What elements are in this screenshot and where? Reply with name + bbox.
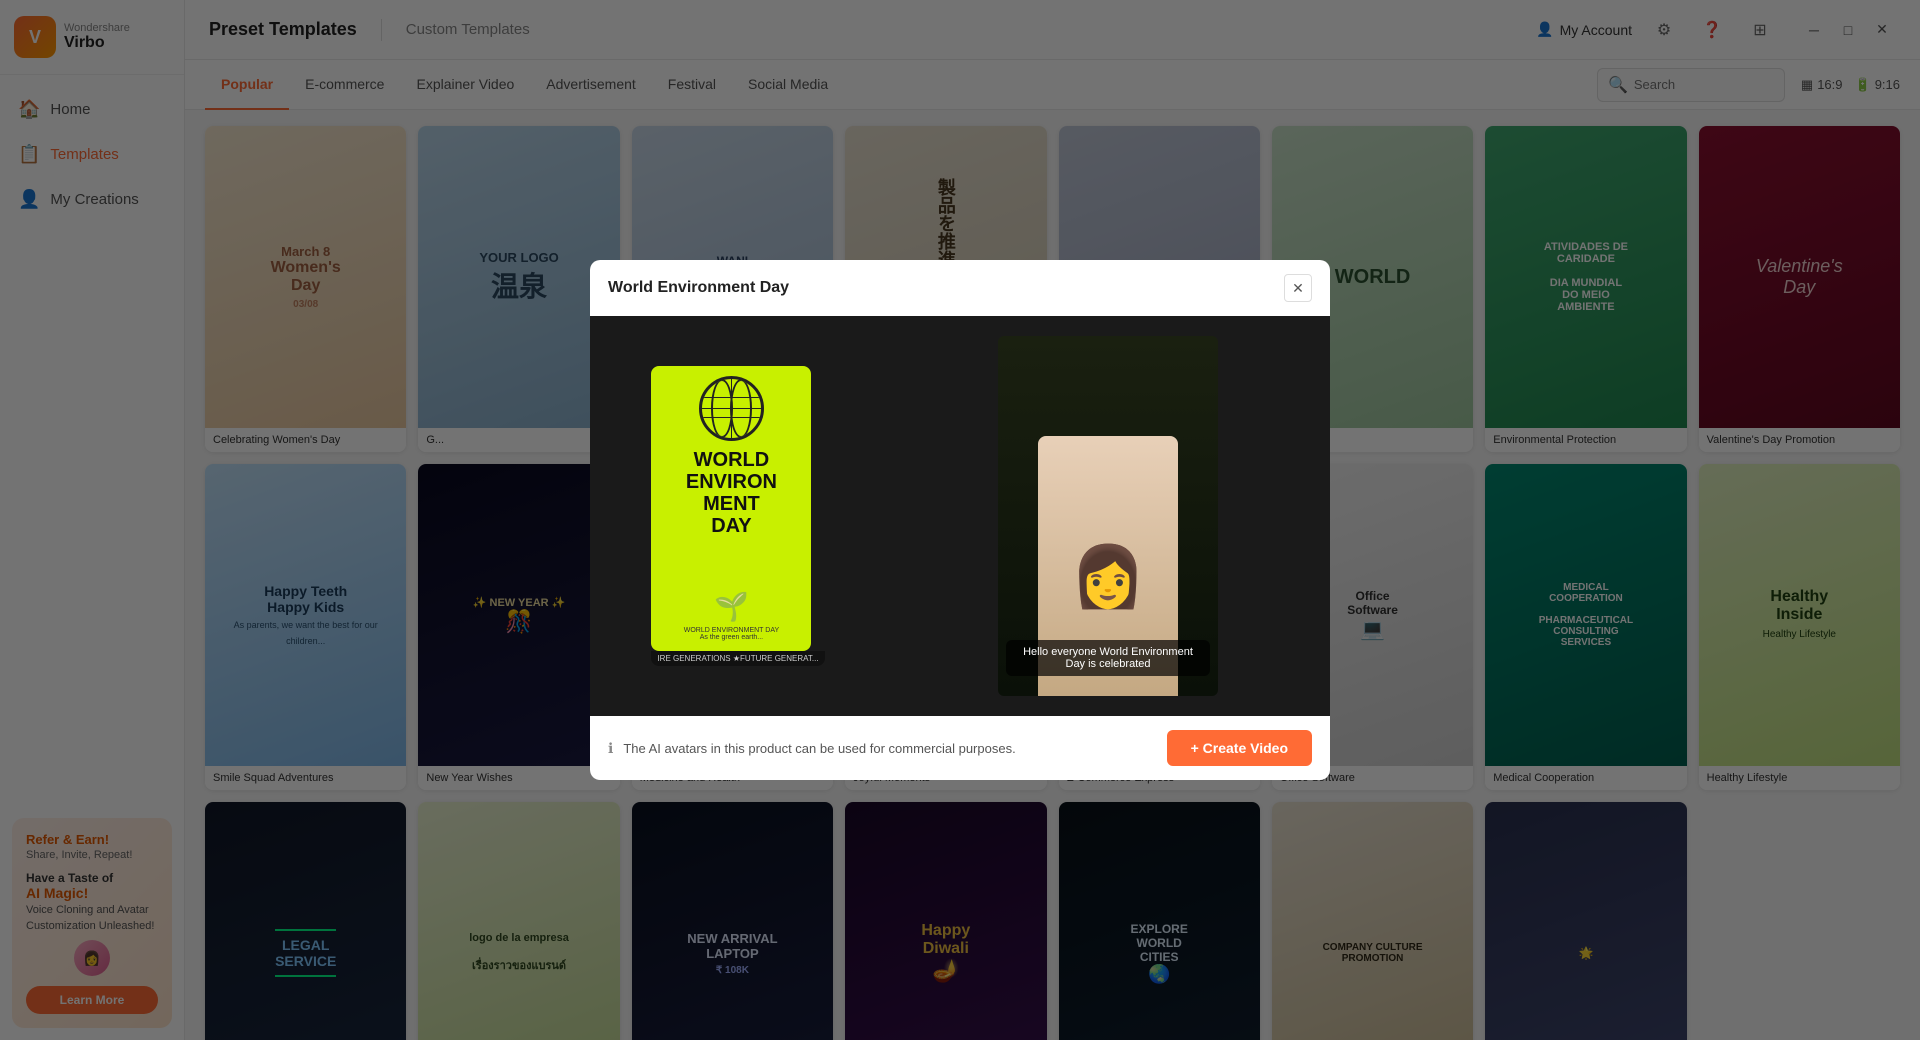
footer-info-text: The AI avatars in this product can be us… [623,741,1156,756]
modal-overlay[interactable]: World Environment Day ✕ [0,0,1920,1040]
modal-close-button[interactable]: ✕ [1284,274,1312,302]
preview-card: WORLDENVIRONMENTDAY 🌱 WORLD ENVIRONMENT … [651,366,811,651]
modal-title: World Environment Day [608,279,789,297]
video-left-panel: WORLDENVIRONMENTDAY 🌱 WORLD ENVIRONMENT … [590,316,886,716]
info-icon: ℹ [608,740,613,757]
caption-box: Hello everyone World Environment Day is … [1006,640,1210,676]
modal-header: World Environment Day ✕ [590,260,1330,316]
preview-env-title: WORLDENVIRONMENTDAY [686,449,777,537]
modal-footer: ℹ The AI avatars in this product can be … [590,716,1330,780]
video-right-panel: 👩 Hello everyone World Environment Day i… [886,316,1330,716]
create-video-button[interactable]: + Create Video [1167,730,1312,766]
preview-bottom-text: WORLD ENVIRONMENT DAYAs the green earth.… [684,627,779,641]
globe-icon [699,376,764,441]
ticker-right: FUTURE GENERAT... [740,654,819,663]
person-icon: 👩 [1071,541,1146,612]
modal-video-area: WORLDENVIRONMENTDAY 🌱 WORLD ENVIRONMENT … [590,316,1330,716]
caption-text: Hello everyone World Environment Day is … [1023,646,1193,670]
plant-hands-icon: 🌱 [714,590,749,623]
ticker-left: IRE GENERATIONS ★ [657,654,740,663]
modal-dialog: World Environment Day ✕ [590,260,1330,780]
ticker-strip: IRE GENERATIONS ★ FUTURE GENERAT... [651,651,824,666]
avatar-background: 👩 Hello everyone World Environment Day i… [998,336,1218,696]
